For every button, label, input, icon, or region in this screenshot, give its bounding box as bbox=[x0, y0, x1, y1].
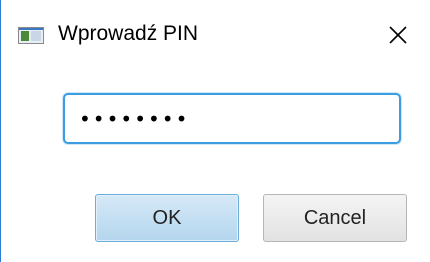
window-title: Wprowadź PIN bbox=[58, 22, 199, 45]
ok-button[interactable]: OK bbox=[95, 194, 239, 242]
pin-dialog: Wprowadź PIN OK Cancel bbox=[0, 0, 430, 262]
close-icon bbox=[389, 26, 407, 44]
pin-input[interactable] bbox=[63, 93, 401, 144]
window-app-icon bbox=[18, 27, 44, 44]
close-button[interactable] bbox=[366, 0, 430, 70]
dialog-content: OK Cancel bbox=[1, 70, 430, 262]
title-bar[interactable]: Wprowadź PIN bbox=[1, 0, 430, 70]
cancel-button[interactable]: Cancel bbox=[263, 194, 407, 242]
